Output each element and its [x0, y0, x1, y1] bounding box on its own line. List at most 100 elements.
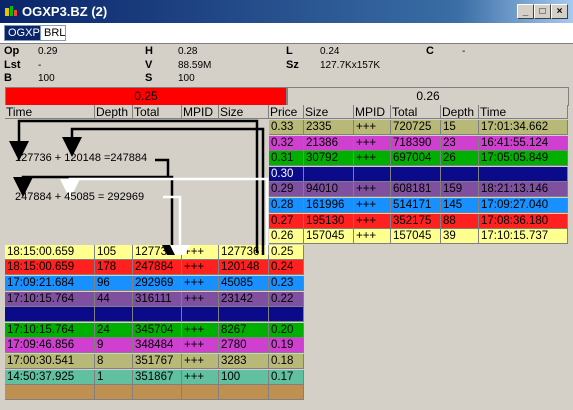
- ask-cell-time: 17:10:15.737: [479, 229, 568, 245]
- close-button[interactable]: ×: [551, 4, 568, 19]
- bid-cell-total: [133, 385, 182, 401]
- ask-cell-depth: 23: [441, 135, 479, 151]
- ask-row[interactable]: 0.29 94010 +++ 608181 159 18:21:13.146: [269, 182, 568, 198]
- ask-cell-depth: 159: [441, 182, 479, 198]
- open-value: 0.29: [38, 46, 58, 57]
- annotation-arrows: [9, 119, 269, 255]
- last-label: Lst: [4, 59, 21, 71]
- bid-row[interactable]: 17:00:30.541 8 351767 +++ 3283 0.18: [5, 354, 304, 370]
- best-bid-bar: 0.25: [5, 87, 287, 106]
- ask-row[interactable]: 0.27 195130 +++ 352175 88 17:08:36.180: [269, 213, 568, 230]
- ask-cell-total: 720725: [391, 120, 441, 135]
- ask-cell-depth: 145: [441, 198, 479, 213]
- best-ask-bar: 0.26: [287, 87, 569, 106]
- bid-row[interactable]: 17:09:46.856 9 348484 +++ 2780 0.19: [5, 338, 304, 354]
- bid-size-value: 100: [38, 73, 55, 84]
- bid-cell-depth: 96: [95, 276, 133, 291]
- ask-cell-mpid: +++: [354, 151, 391, 167]
- bid-row[interactable]: 17:10:15.764 44 316111 +++ 23142 0.22: [5, 291, 304, 308]
- bid-cell-time: 17:10:15.764: [5, 322, 95, 338]
- symbol-input[interactable]: OGXP3: [4, 25, 46, 41]
- ask-cell-time: 17:01:34.662: [479, 120, 568, 135]
- high-label: H: [145, 45, 153, 57]
- low-value: 0.24: [320, 46, 340, 57]
- bid-cell-total: 351867: [133, 369, 182, 385]
- bid-cell-size: 100: [219, 369, 269, 385]
- bid-cell-time: [5, 307, 95, 323]
- ask-cell-mpid: +++: [354, 135, 391, 151]
- bid-cell-depth: 44: [95, 291, 133, 307]
- ask-cell-total: 352175: [391, 213, 441, 229]
- bid-row[interactable]: [5, 385, 304, 401]
- ask-cell-total: 718390: [391, 135, 441, 151]
- ask-size-label: S: [145, 72, 153, 84]
- bid-row[interactable]: [5, 307, 304, 323]
- ask-header-depth[interactable]: Depth: [441, 105, 479, 119]
- window-title: OGXP3.BZ (2): [22, 4, 108, 19]
- ask-row[interactable]: 0.33 2335 +++ 720725 15 17:01:34.662: [269, 120, 568, 136]
- ask-cell-mpid: +++: [354, 229, 391, 245]
- bid-row[interactable]: 17:09:21.684 96 292969 +++ 45085 0.23: [5, 276, 304, 292]
- ask-header-total[interactable]: Total: [391, 105, 441, 119]
- ask-cell-mpid: +++: [354, 198, 391, 213]
- maximize-button[interactable]: □: [534, 4, 551, 19]
- bid-row[interactable]: 17:10:15.764 24 345704 +++ 8267 0.20: [5, 322, 304, 339]
- sum-annotation-2: 247884 + 45085 = 292969: [15, 191, 145, 203]
- ask-cell-size: 21386: [304, 135, 354, 151]
- bid-row[interactable]: 14:50:37.925 1 351867 +++ 100 0.17: [5, 369, 304, 386]
- bid-cell-size: [219, 307, 269, 323]
- symbol-bar: OGXP3 BRL: [0, 23, 573, 44]
- bid-cell-total: 247884: [133, 260, 182, 276]
- size-value: 127.7Kx157K: [320, 60, 381, 71]
- currency-field[interactable]: BRL: [40, 25, 66, 41]
- bid-cell-mpid: +++: [182, 369, 219, 385]
- ask-header-mpid[interactable]: MPID: [354, 105, 391, 119]
- ask-cell-total: 157045: [391, 229, 441, 245]
- bid-cell-mpid: +++: [182, 338, 219, 354]
- bid-cell-depth: [95, 385, 133, 401]
- ask-row[interactable]: 0.26 157045 +++ 157045 39 17:10:15.737: [269, 229, 568, 245]
- bid-cell-depth: [95, 307, 133, 323]
- bid-cell-size: 2780: [219, 338, 269, 354]
- app-icon: [5, 6, 17, 16]
- bid-size-label: B: [4, 72, 12, 84]
- ask-cell-total: 514171: [391, 198, 441, 213]
- ask-row[interactable]: 0.31 30792 +++ 697004 26 17:05:05.849: [269, 151, 568, 167]
- bid-cell-time: 18:15:00.659: [5, 260, 95, 276]
- size-label: Sz: [286, 59, 299, 71]
- close-label: C: [426, 45, 434, 57]
- ask-cell-size: 94010: [304, 182, 354, 198]
- bid-cell-price: [269, 385, 304, 401]
- ask-row[interactable]: 0.30: [269, 166, 568, 183]
- ask-cell-size: 161996: [304, 198, 354, 213]
- ask-cell-depth: 15: [441, 120, 479, 135]
- bid-cell-time: 17:10:15.764: [5, 291, 95, 307]
- ask-row[interactable]: 0.28 161996 +++ 514171 145 17:09:27.040: [269, 198, 568, 214]
- ask-cell-time: 17:08:36.180: [479, 213, 568, 229]
- bid-cell-total: 348484: [133, 338, 182, 354]
- bid-cell-price: 0.22: [269, 291, 304, 307]
- order-book: Time Depth Total MPID Size Price Size MPID Total…: [5, 105, 568, 410]
- ask-cell-size: [304, 166, 354, 182]
- bid-cell-mpid: +++: [182, 322, 219, 338]
- bid-row[interactable]: 18:15:00.659 178 247884 +++ 120148 0.24: [5, 260, 304, 276]
- title-bar[interactable]: OGXP3.BZ (2) _ □ ×: [0, 0, 573, 23]
- ask-cell-time: [479, 166, 568, 182]
- ask-header-time[interactable]: Time: [479, 105, 568, 119]
- ask-row[interactable]: 0.32 21386 +++ 718390 23 16:41:55.124: [269, 135, 568, 152]
- ask-header-size[interactable]: Size: [304, 105, 354, 119]
- bid-cell-price: 0.24: [269, 260, 304, 276]
- ask-cell-size: 30792: [304, 151, 354, 167]
- bid-cell-time: 14:50:37.925: [5, 369, 95, 385]
- bid-cell-price: 0.19: [269, 338, 304, 354]
- arrow-size1-to-sum1: [9, 119, 259, 253]
- ask-size-value: 100: [178, 73, 195, 84]
- ask-cell-depth: 88: [441, 213, 479, 229]
- ask-cell-mpid: +++: [354, 213, 391, 229]
- bid-cell-depth: 9: [95, 338, 133, 354]
- bid-cell-size: [219, 385, 269, 401]
- minimize-button[interactable]: _: [517, 4, 534, 19]
- bid-cell-size: 45085: [219, 276, 269, 291]
- ask-cell-depth: [441, 166, 479, 182]
- ask-cell-size: 2335: [304, 120, 354, 135]
